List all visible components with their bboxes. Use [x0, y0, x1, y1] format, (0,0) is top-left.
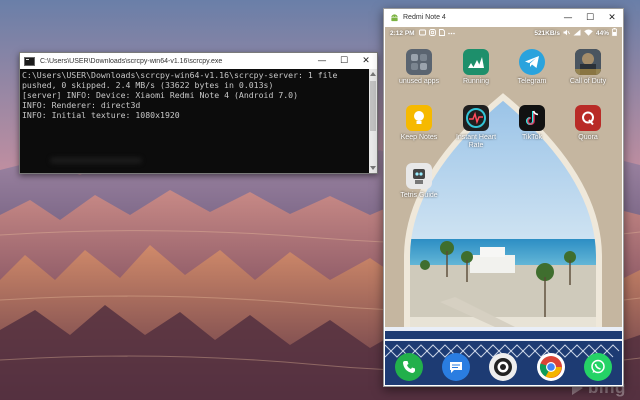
phone-close-button[interactable]: ✕ [601, 9, 623, 26]
android-icon [390, 13, 399, 22]
app-label: Instant Heart Rate [455, 134, 497, 149]
console-app-icon [24, 56, 35, 66]
console-line: C:\Users\USER\Downloads\scrcpy-win64-v1.… [22, 70, 338, 80]
app-telegram[interactable]: Telegram [505, 49, 559, 86]
tetris-icon [406, 163, 432, 189]
instagram-notification-icon [428, 28, 436, 38]
tiktok-icon [519, 105, 545, 131]
scroll-down-arrow-icon[interactable] [370, 166, 376, 170]
app-tetris-guide[interactable]: Tetris Guide [392, 163, 446, 200]
phone-window-title: Redmi Note 4 [403, 14, 446, 21]
wifi-icon [584, 29, 593, 38]
call-of-duty-icon [575, 49, 601, 75]
scroll-thumb[interactable] [370, 81, 376, 131]
camera-icon[interactable] [489, 353, 518, 381]
app-label: Quora [578, 134, 598, 141]
more-notifications-icon [447, 30, 455, 37]
console-window[interactable]: C:\Users\USER\Downloads\scrcpy-win64-v1.… [19, 52, 378, 174]
adidas-icon [463, 49, 489, 75]
keep-notes-icon [406, 105, 432, 131]
battery-icon [612, 28, 617, 38]
app-label: TikTok [522, 134, 542, 141]
app-label: Running [462, 78, 490, 85]
status-bar: 2:12 PM 521KB/s 44% [385, 27, 622, 39]
phone-screen[interactable]: 2:12 PM 521KB/s 44% unused apps Running … [385, 27, 622, 385]
app-unused-apps-folder[interactable]: unused apps [392, 49, 446, 86]
console-titlebar[interactable]: C:\Users\USER\Downloads\scrcpy-win64-v1.… [20, 53, 377, 69]
maximize-button[interactable]: ☐ [333, 53, 355, 69]
app-instant-heart-rate[interactable]: Instant Heart Rate [449, 105, 503, 150]
phone-mirror-window[interactable]: Redmi Note 4 — ☐ ✕ 2:12 PM 521KB/s 44% u… [383, 8, 624, 387]
console-line: INFO: Initial texture: 1080x1920 [22, 110, 180, 120]
signal-icon [573, 29, 581, 38]
app-running[interactable]: Running [449, 49, 503, 86]
app-keep-notes[interactable]: Keep Notes [392, 105, 446, 142]
app-quora[interactable]: Quora [561, 105, 615, 142]
console-line: [server] INFO: Device: Xiaomi Redmi Note… [22, 90, 299, 100]
battery-percent: 44% [595, 29, 609, 37]
app-label: unused apps [398, 78, 440, 85]
redacted-region [50, 157, 142, 164]
phone-icon[interactable] [394, 353, 423, 381]
close-button[interactable]: ✕ [355, 53, 377, 69]
phone-minimize-button[interactable]: — [557, 9, 579, 26]
scroll-up-arrow-icon[interactable] [370, 72, 376, 76]
app-label: Telegram [517, 78, 547, 85]
chrome-icon[interactable] [536, 353, 565, 381]
app-call-of-duty[interactable]: Call of Duty [561, 49, 615, 86]
app-tiktok[interactable]: TikTok [505, 105, 559, 142]
app-label: Call of Duty [569, 78, 607, 85]
minimize-button[interactable]: — [311, 53, 333, 69]
folder-icon [406, 49, 432, 75]
console-scrollbar[interactable] [369, 69, 377, 173]
app-label: Keep Notes [400, 134, 438, 141]
app-label: Tetris Guide [400, 192, 438, 199]
notification-icon [418, 29, 426, 38]
messages-icon[interactable] [442, 353, 471, 381]
quora-icon [575, 105, 601, 131]
phone-titlebar[interactable]: Redmi Note 4 — ☐ ✕ [384, 9, 623, 26]
telegram-icon [519, 49, 545, 75]
console-line: INFO: Renderer: direct3d [22, 100, 141, 110]
mute-icon [563, 29, 570, 38]
sim-icon [438, 28, 445, 38]
network-speed: 521KB/s [534, 29, 560, 37]
app-dock [385, 349, 622, 385]
status-time: 2:12 PM [390, 29, 415, 37]
console-line: pushed, 0 skipped. 2.4 MB/s (33622 bytes… [22, 80, 274, 90]
heart-rate-icon [463, 105, 489, 131]
whatsapp-icon[interactable] [584, 353, 613, 381]
console-title: C:\Users\USER\Downloads\scrcpy-win64-v1.… [40, 57, 223, 65]
phone-maximize-button[interactable]: ☐ [579, 9, 601, 26]
